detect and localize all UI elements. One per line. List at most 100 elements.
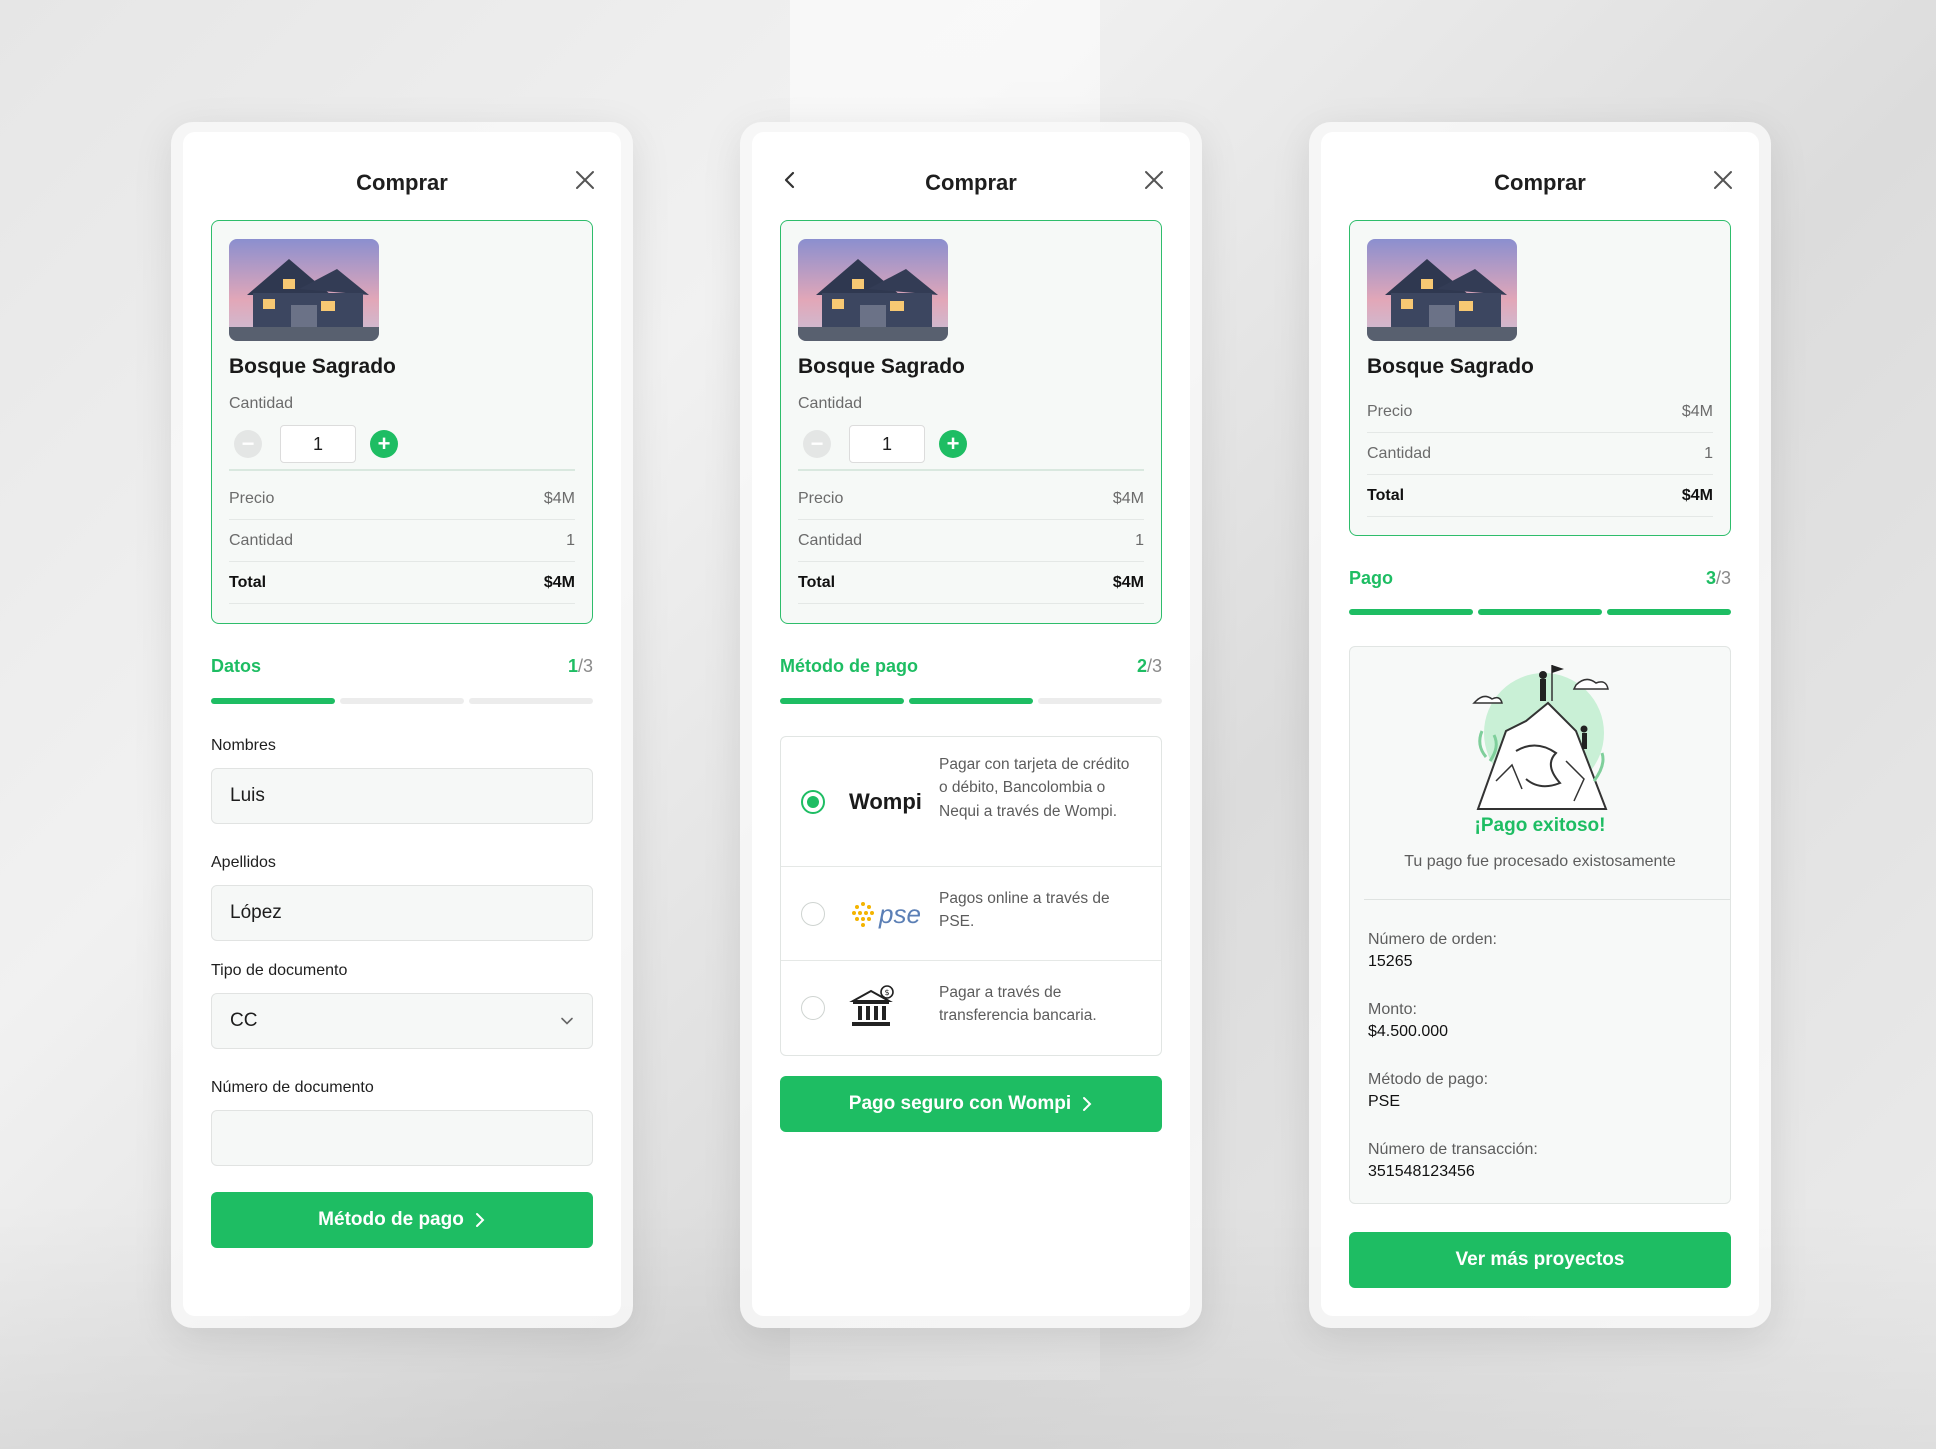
total-row: Total $4M [229,562,575,604]
pago-seguro-button[interactable]: Pago seguro con Wompi [780,1076,1162,1132]
payment-option-pse[interactable]: pse Pagos online a través de PSE. [781,867,1161,961]
apellidos-label: Apellidos [211,854,276,871]
step-counter: 2/3 [1136,655,1162,676]
header: Comprar [183,132,621,212]
price-label: Precio [1367,402,1413,420]
progress-segment [1607,609,1731,615]
button-label: Método de pago [318,1209,464,1230]
progress-segment [780,698,904,704]
payment-option-wompi[interactable]: Wompi Pagar con tarjeta de crédito o déb… [781,737,1161,867]
screen-pago: Comprar Bosque Sagrado Precio $4M Cantid… [1321,132,1759,1316]
screen-datos: Comprar Bosque Sagrado Cantidad − 1 + Pr… [183,132,621,1316]
pse-wordmark: pse [879,898,921,929]
increment-button[interactable]: + [939,430,967,458]
nombres-label: Nombres [211,737,276,754]
payment-option-transfer[interactable]: $ Pagar a través de transferencia bancar… [781,961,1161,1055]
quantity-input[interactable]: 1 [280,425,356,463]
chevron-right-icon [475,1213,485,1227]
divider [798,469,1144,471]
price-row: Precio $4M [229,478,575,520]
amount-label: Monto: [1368,1001,1417,1018]
quantity-row: Cantidad 1 [798,520,1144,562]
quantity-row: Cantidad 1 [229,520,575,562]
chevron-right-icon [1083,1097,1092,1111]
apellidos-field[interactable]: López [211,885,593,941]
price-label: Precio [798,489,844,507]
transaction-number-label: Número de transacción: [1368,1141,1538,1158]
order-number-value: 15265 [1368,953,1413,970]
house-image [229,239,379,341]
close-icon[interactable] [1711,168,1735,192]
total-label: Total [798,573,836,591]
step-progress [1349,609,1731,615]
increment-button[interactable]: + [370,430,398,458]
chevron-down-icon [561,1017,573,1025]
product-name: Bosque Sagrado [1367,355,1534,378]
numero-documento-label: Número de documento [211,1079,374,1096]
radio-unselected[interactable] [801,902,825,926]
decrement-button[interactable]: − [803,430,831,458]
success-panel: ¡Pago exitoso! Tu pago fue procesado exi… [1349,646,1731,1204]
button-label: Pago seguro con Wompi [848,1093,1072,1114]
screen-pago-frame: Comprar Bosque Sagrado Precio $4M Cantid… [1309,122,1771,1328]
amount: Monto: $4.500.000 [1368,1001,1448,1041]
close-icon[interactable] [1142,168,1166,192]
radio-selected[interactable] [801,790,825,814]
quantity-row-value: 1 [1704,444,1713,462]
quantity-row-value: 1 [566,531,575,549]
step-header: Datos 1/3 [211,652,593,680]
payment-method-label: Método de pago: [1368,1071,1489,1088]
price-row: Precio $4M [1367,391,1713,433]
quantity-stepper: − 1 + [234,425,398,463]
quantity-stepper: − 1 + [803,425,967,463]
ver-mas-proyectos-button[interactable]: Ver más proyectos [1349,1232,1731,1288]
total-value: $4M [543,573,575,591]
price-label: Precio [229,489,275,507]
screen-datos-frame: Comprar Bosque Sagrado Cantidad − 1 + Pr… [171,122,633,1328]
close-icon[interactable] [573,168,597,192]
mountain-summit-illustration [1472,665,1609,810]
quantity-input[interactable]: 1 [849,425,925,463]
metodo-pago-button[interactable]: Método de pago [211,1192,593,1248]
decrement-button[interactable]: − [234,430,262,458]
transaction-number-value: 351548123456 [1368,1163,1475,1180]
pse-logo: pse [849,894,929,934]
product-name: Bosque Sagrado [229,355,396,378]
step-header: Método de pago 2/3 [780,652,1162,680]
tipo-documento-select[interactable]: CC [211,993,593,1049]
success-subtitle: Tu pago fue procesado existosamente [1404,853,1676,870]
payment-option-desc: Pagar a través de transferencia bancaria… [939,984,1097,1025]
progress-segment [1478,609,1602,615]
header: Comprar [752,132,1190,212]
quantity-row-label: Cantidad [229,531,294,549]
tipo-documento-label: Tipo de documento [211,962,348,979]
progress-segment [909,698,1033,704]
numero-documento-field[interactable] [211,1110,593,1166]
order-number: Número de orden: 15265 [1368,931,1497,971]
button-label: Ver más proyectos [1455,1249,1625,1270]
product-name: Bosque Sagrado [798,355,965,378]
total-row: Total $4M [1367,475,1713,517]
step-name: Método de pago [780,655,918,676]
nombres-field[interactable]: Luis [211,768,593,824]
svg-text:$: $ [884,988,889,997]
product-card: Bosque Sagrado Precio $4M Cantidad 1 Tot… [1349,220,1731,536]
house-image [798,239,948,341]
page-title: Comprar [1494,170,1586,195]
price-value: $4M [543,489,575,507]
progress-segment [1349,609,1473,615]
divider [229,469,575,471]
step-counter: 1/3 [567,655,593,676]
radio-unselected[interactable] [801,996,825,1020]
step-progress [211,698,593,704]
tipo-documento-value: CC [230,1010,258,1031]
quantity-row-value: 1 [1135,531,1144,549]
wompi-logo: Wompi [849,789,922,814]
order-number-label: Número de orden: [1368,931,1497,948]
progress-segment [1038,698,1162,704]
total-label: Total [1367,486,1405,504]
page-title: Comprar [925,170,1017,195]
payment-method: Método de pago: PSE [1368,1071,1488,1111]
quantity-row-label: Cantidad [1367,444,1432,462]
price-row: Precio $4M [798,478,1144,520]
